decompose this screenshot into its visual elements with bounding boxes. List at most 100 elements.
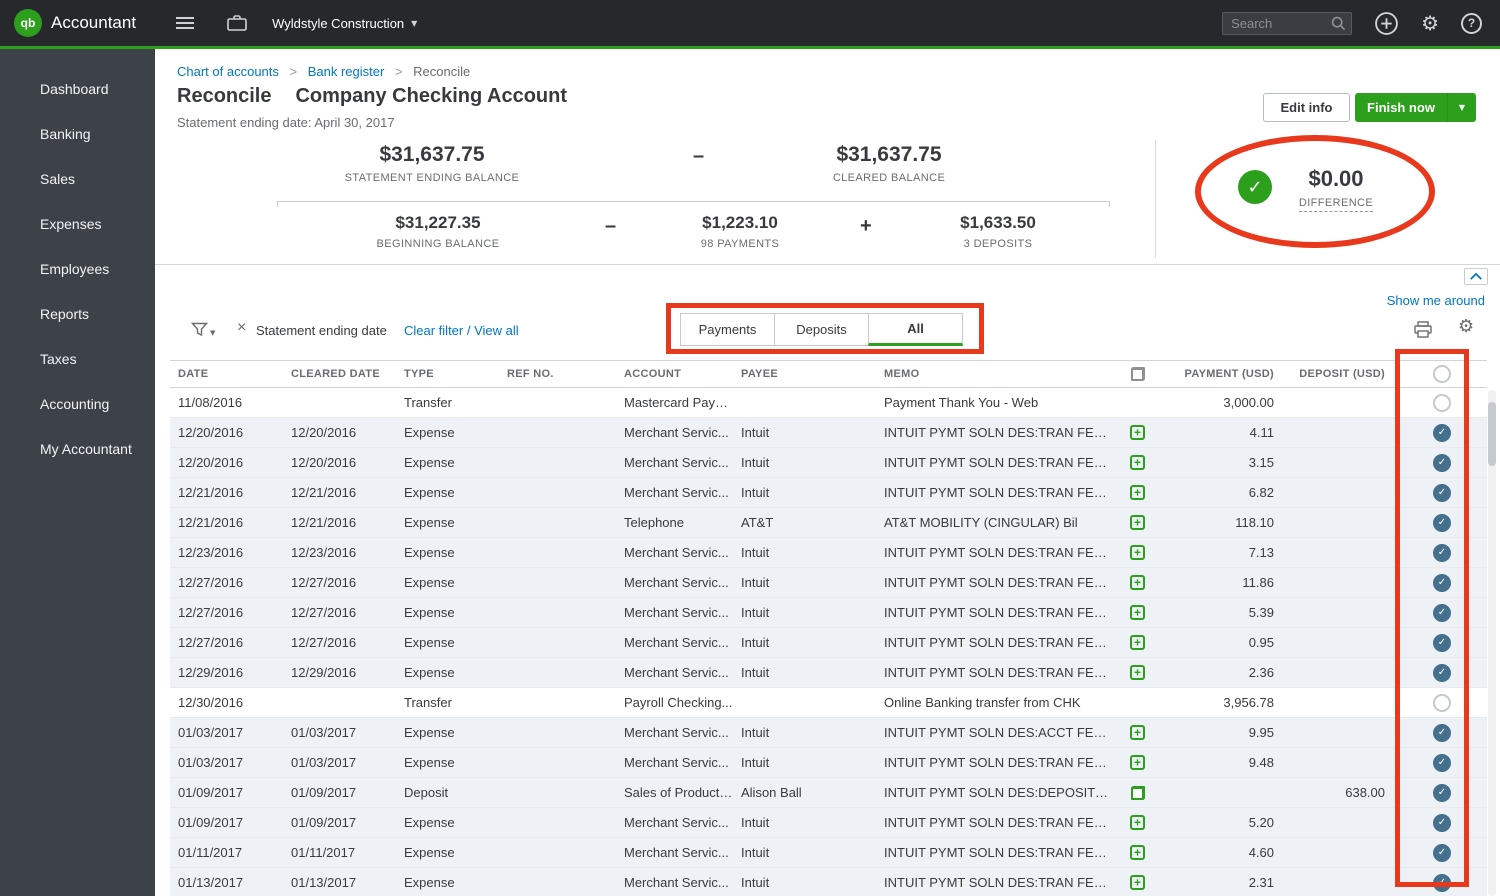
cell-memo: INTUIT PYMT SOLN DES:TRAN FEE ID [876,455,1110,470]
link-transaction-icon[interactable] [1130,755,1145,770]
print-icon[interactable] [1413,321,1433,344]
cleared-checkbox[interactable]: ✓ [1433,754,1451,772]
sidebar-item-accounting[interactable]: Accounting [0,382,155,427]
table-row[interactable]: 01/11/2017 01/11/2017 Expense Merchant S… [170,838,1487,868]
table-row[interactable]: 12/29/2016 12/29/2016 Expense Merchant S… [170,658,1487,688]
gear-icon[interactable]: ⚙ [1421,13,1439,33]
table-row[interactable]: 01/09/2017 01/09/2017 Expense Merchant S… [170,808,1487,838]
table-row[interactable]: 12/20/2016 12/20/2016 Expense Merchant S… [170,448,1487,478]
cleared-checkbox[interactable]: ✓ [1433,634,1451,652]
finish-now-dropdown[interactable]: ▼ [1447,93,1476,122]
table-row[interactable]: 01/03/2017 01/03/2017 Expense Merchant S… [170,718,1487,748]
cleared-checkbox[interactable]: ✓ [1433,874,1451,892]
clear-filter-link[interactable]: Clear filter / View all [404,323,519,338]
cleared-checkbox[interactable]: ✓ [1433,604,1451,622]
table-settings-gear-icon[interactable]: ⚙ [1458,318,1474,336]
edit-info-button[interactable]: Edit info [1263,93,1350,122]
column-type[interactable]: TYPE [396,368,499,380]
tab-deposits[interactable]: Deposits [774,313,869,346]
cleared-checkbox[interactable]: ✓ [1433,664,1451,682]
link-transaction-icon[interactable] [1130,815,1145,830]
column-ref-no[interactable]: REF NO. [499,368,616,380]
briefcase-icon[interactable] [226,13,248,33]
cleared-checkbox[interactable]: ✓ [1433,814,1451,832]
column-payee[interactable]: PAYEE [733,368,876,380]
breadcrumb-bank-register[interactable]: Bank register [308,64,385,79]
cell-date: 12/20/2016 [170,455,283,470]
cleared-checkbox[interactable]: ✓ [1433,484,1451,502]
link-transaction-icon[interactable] [1130,665,1145,680]
cell-cleared-date: 01/09/2017 [283,785,396,800]
link-transaction-icon[interactable] [1130,485,1145,500]
cell-type: Expense [396,635,499,650]
collapse-summary-button[interactable] [1464,268,1488,285]
create-plus-icon[interactable] [1374,11,1399,36]
cleared-checkbox[interactable]: ✓ [1433,424,1451,442]
cleared-checkbox[interactable]: ✓ [1433,544,1451,562]
table-row[interactable]: 01/13/2017 01/13/2017 Expense Merchant S… [170,868,1487,896]
hamburger-menu-icon[interactable] [172,10,198,36]
link-transaction-icon[interactable] [1130,425,1145,440]
table-row[interactable]: 12/23/2016 12/23/2016 Expense Merchant S… [170,538,1487,568]
link-transaction-icon[interactable] [1130,515,1145,530]
table-row[interactable]: 12/27/2016 12/27/2016 Expense Merchant S… [170,598,1487,628]
transaction-tabs: Payments Deposits All [681,313,963,346]
link-transaction-icon[interactable] [1130,605,1145,620]
column-account[interactable]: ACCOUNT [616,368,733,380]
cleared-checkbox[interactable]: ✓ [1433,454,1451,472]
tab-all[interactable]: All [868,313,963,346]
sidebar-item-sales[interactable]: Sales [0,157,155,202]
cleared-checkbox[interactable]: ✓ [1433,724,1451,742]
breadcrumb-chart-of-accounts[interactable]: Chart of accounts [177,64,279,79]
tab-payments[interactable]: Payments [680,313,775,346]
cleared-checkbox[interactable] [1433,394,1451,412]
column-cleared-date[interactable]: CLEARED DATE [283,368,396,380]
scrollbar-thumb[interactable] [1488,402,1496,466]
table-row[interactable]: 12/30/2016 Transfer Payroll Checking... … [170,688,1487,718]
column-payment[interactable]: PAYMENT (USD) [1165,368,1286,380]
cleared-checkbox[interactable]: ✓ [1433,514,1451,532]
sidebar-item-dashboard[interactable]: Dashboard [0,67,155,112]
sidebar-item-expenses[interactable]: Expenses [0,202,155,247]
link-transaction-icon[interactable] [1130,725,1145,740]
cell-type: Expense [396,665,499,680]
table-row[interactable]: 01/09/2017 01/09/2017 Deposit Sales of P… [170,778,1487,808]
column-deposit[interactable]: DEPOSIT (USD) [1286,368,1397,380]
company-selector[interactable]: Wyldstyle Construction ▼ [272,16,417,31]
cell-payment: 0.95 [1165,635,1286,650]
column-date[interactable]: DATE [170,368,283,380]
table-row[interactable]: 12/21/2016 12/21/2016 Expense Telephone … [170,508,1487,538]
column-memo[interactable]: MEMO [876,368,1110,380]
table-row[interactable]: 12/27/2016 12/27/2016 Expense Merchant S… [170,628,1487,658]
link-transaction-icon[interactable] [1131,786,1145,800]
cleared-checkbox[interactable]: ✓ [1433,574,1451,592]
cleared-checkbox[interactable]: ✓ [1433,784,1451,802]
link-transaction-icon[interactable] [1130,845,1145,860]
table-row[interactable]: 11/08/2016 Transfer Mastercard Paya... P… [170,388,1487,418]
difference-label[interactable]: DIFFERENCE [1299,197,1373,212]
show-me-around-link[interactable]: Show me around [1387,293,1485,308]
table-row[interactable]: 01/03/2017 01/03/2017 Expense Merchant S… [170,748,1487,778]
sidebar-item-reports[interactable]: Reports [0,292,155,337]
link-transaction-icon[interactable] [1130,575,1145,590]
sidebar-item-employees[interactable]: Employees [0,247,155,292]
table-row[interactable]: 12/27/2016 12/27/2016 Expense Merchant S… [170,568,1487,598]
cleared-checkbox[interactable] [1433,694,1451,712]
link-transaction-icon[interactable] [1130,635,1145,650]
sidebar-item-banking[interactable]: Banking [0,112,155,157]
help-icon[interactable]: ? [1461,13,1482,34]
select-all-circle[interactable] [1433,365,1451,383]
link-transaction-icon[interactable] [1130,545,1145,560]
cleared-checkbox[interactable]: ✓ [1433,844,1451,862]
link-transaction-icon[interactable] [1130,455,1145,470]
sidebar-item-taxes[interactable]: Taxes [0,337,155,382]
sidebar-item-my-accountant[interactable]: My Accountant [0,427,155,472]
search-icon[interactable] [1331,16,1346,31]
filter-funnel-icon[interactable]: ▼ [191,322,215,337]
table-row[interactable]: 12/21/2016 12/21/2016 Expense Merchant S… [170,478,1487,508]
table-row[interactable]: 12/20/2016 12/20/2016 Expense Merchant S… [170,418,1487,448]
link-transaction-icon[interactable] [1130,875,1145,890]
finish-now-button[interactable]: Finish now [1355,93,1447,122]
remove-filter-icon[interactable]: × [237,320,246,336]
company-name: Wyldstyle Construction [272,16,404,31]
